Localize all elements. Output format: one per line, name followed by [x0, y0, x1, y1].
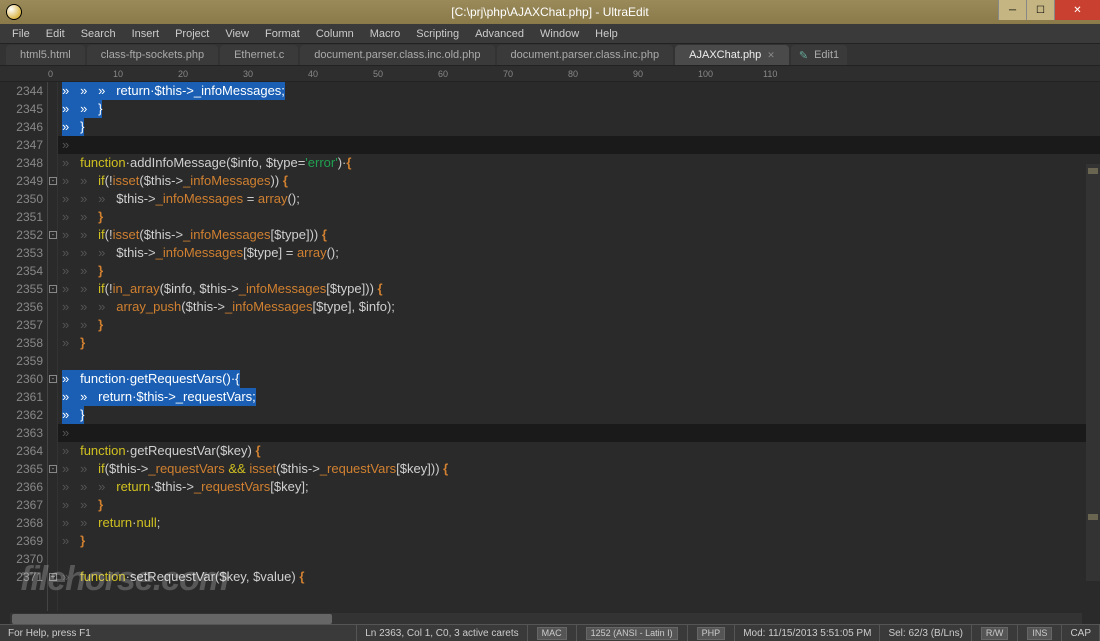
code-line[interactable]: »	[58, 136, 1100, 154]
fold-toggle[interactable]: -	[49, 375, 57, 383]
minimap-marker	[1088, 514, 1098, 520]
code-line[interactable]: » » if($this->_requestVars && isset($thi…	[58, 460, 1100, 478]
fold-toggle[interactable]: -	[49, 177, 57, 185]
code-line[interactable]: » » » array_push($this->_infoMessages[$t…	[58, 298, 1100, 316]
menu-macro[interactable]: Macro	[362, 26, 409, 42]
status-selection: Sel: 62/3 (B/Lns)	[880, 625, 971, 641]
minimize-button[interactable]: ─	[998, 0, 1026, 20]
window-title: [C:\prj\php\AJAXChat.php] - UltraEdit	[451, 5, 648, 19]
code-line[interactable]: » }	[58, 532, 1100, 550]
code-line[interactable]: » » }	[58, 316, 1100, 334]
fold-toggle[interactable]: -	[49, 231, 57, 239]
menu-bar: File Edit Search Insert Project View For…	[0, 24, 1100, 44]
tab-close-icon[interactable]: ✕	[767, 50, 775, 61]
tab-class-ftp-sockets[interactable]: class-ftp-sockets.php	[87, 45, 218, 65]
menu-insert[interactable]: Insert	[124, 26, 168, 42]
line-gutter: 2344234523462347234823492350235123522353…	[0, 82, 48, 611]
fold-toggle[interactable]: +	[49, 573, 57, 581]
status-codepage[interactable]: 1252 (ANSI - Latin I)	[577, 625, 688, 641]
scrollbar-thumb[interactable]	[12, 614, 332, 624]
tab-docparser-old[interactable]: document.parser.class.inc.old.php	[300, 45, 494, 65]
menu-view[interactable]: View	[217, 26, 257, 42]
code-line[interactable]: » » }	[58, 208, 1100, 226]
code-line[interactable]: » » » return·$this->_infoMessages;	[58, 82, 1100, 100]
menu-edit[interactable]: Edit	[38, 26, 73, 42]
close-button[interactable]: ✕	[1054, 0, 1100, 20]
code-line[interactable]: » }	[58, 334, 1100, 352]
fold-column[interactable]: - - - - - +	[48, 82, 58, 611]
tab-html5[interactable]: html5.html	[6, 45, 85, 65]
code-line[interactable]: » » }	[58, 100, 1100, 118]
vertical-scrollbar[interactable]	[1086, 164, 1100, 581]
status-rw[interactable]: R/W	[972, 625, 1019, 641]
code-line[interactable]: » » return·$this->_requestVars;	[58, 388, 1100, 406]
menu-search[interactable]: Search	[73, 26, 124, 42]
status-help: For Help, press F1	[0, 625, 357, 641]
app-icon	[6, 4, 22, 20]
fold-toggle[interactable]: -	[49, 465, 57, 473]
tab-new[interactable]: ✎ Edit1	[791, 45, 847, 65]
fold-toggle[interactable]: -	[49, 285, 57, 293]
menu-column[interactable]: Column	[308, 26, 362, 42]
status-lang[interactable]: PHP	[688, 625, 736, 641]
ruler: 0102030405060708090100110	[0, 66, 1100, 82]
code-line[interactable]: » » » $this->_infoMessages = array();	[58, 190, 1100, 208]
menu-scripting[interactable]: Scripting	[408, 26, 467, 42]
code-line[interactable]: » » }	[58, 262, 1100, 280]
editor[interactable]: 2344234523462347234823492350235123522353…	[0, 82, 1100, 611]
status-bar: For Help, press F1 Ln 2363, Col 1, C0, 3…	[0, 624, 1100, 641]
status-position: Ln 2363, Col 1, C0, 3 active carets	[357, 625, 527, 641]
code-line[interactable]: »	[58, 424, 1100, 442]
code-line[interactable]: » » » $this->_infoMessages[$type] = arra…	[58, 244, 1100, 262]
code-line[interactable]: » function·addInfoMessage($info, $type='…	[58, 154, 1100, 172]
tab-bar: html5.html class-ftp-sockets.php Etherne…	[0, 44, 1100, 66]
status-modified: Mod: 11/15/2013 5:51:05 PM	[735, 625, 880, 641]
code-line[interactable]	[58, 550, 1100, 568]
tab-docparser[interactable]: document.parser.class.inc.php	[497, 45, 674, 65]
status-ins[interactable]: INS	[1018, 625, 1062, 641]
code-line[interactable]	[58, 352, 1100, 370]
code-line[interactable]: » }	[58, 118, 1100, 136]
code-line[interactable]: » » return·null;	[58, 514, 1100, 532]
code-line[interactable]: » » if(!in_array($info, $this->_infoMess…	[58, 280, 1100, 298]
code-line[interactable]: » » if(!isset($this->_infoMessages[$type…	[58, 226, 1100, 244]
menu-help[interactable]: Help	[587, 26, 626, 42]
tab-ethernet[interactable]: Ethernet.c	[220, 45, 298, 65]
tab-ajaxchat[interactable]: AJAXChat.php✕	[675, 45, 789, 65]
code-line[interactable]: » }	[58, 406, 1100, 424]
code-area[interactable]: » » » return·$this->_infoMessages;» » }»…	[58, 82, 1100, 611]
code-line[interactable]: » function·getRequestVars()·{	[58, 370, 1100, 388]
code-line[interactable]: » » if(!isset($this->_infoMessages)) {	[58, 172, 1100, 190]
menu-file[interactable]: File	[4, 26, 38, 42]
menu-advanced[interactable]: Advanced	[467, 26, 532, 42]
menu-format[interactable]: Format	[257, 26, 308, 42]
status-eol[interactable]: MAC	[528, 625, 577, 641]
title-bar: [C:\prj\php\AJAXChat.php] - UltraEdit ─ …	[0, 0, 1100, 24]
minimap-marker	[1088, 168, 1098, 174]
code-line[interactable]: » » }	[58, 496, 1100, 514]
menu-window[interactable]: Window	[532, 26, 587, 42]
code-line[interactable]: » function·setRequestVar($key, $value) {	[58, 568, 1100, 586]
code-line[interactable]: » function·getRequestVar($key) {	[58, 442, 1100, 460]
code-line[interactable]: » » » return·$this->_requestVars[$key];	[58, 478, 1100, 496]
menu-project[interactable]: Project	[167, 26, 217, 42]
maximize-button[interactable]: ☐	[1026, 0, 1054, 20]
status-cap: CAP	[1062, 625, 1100, 641]
